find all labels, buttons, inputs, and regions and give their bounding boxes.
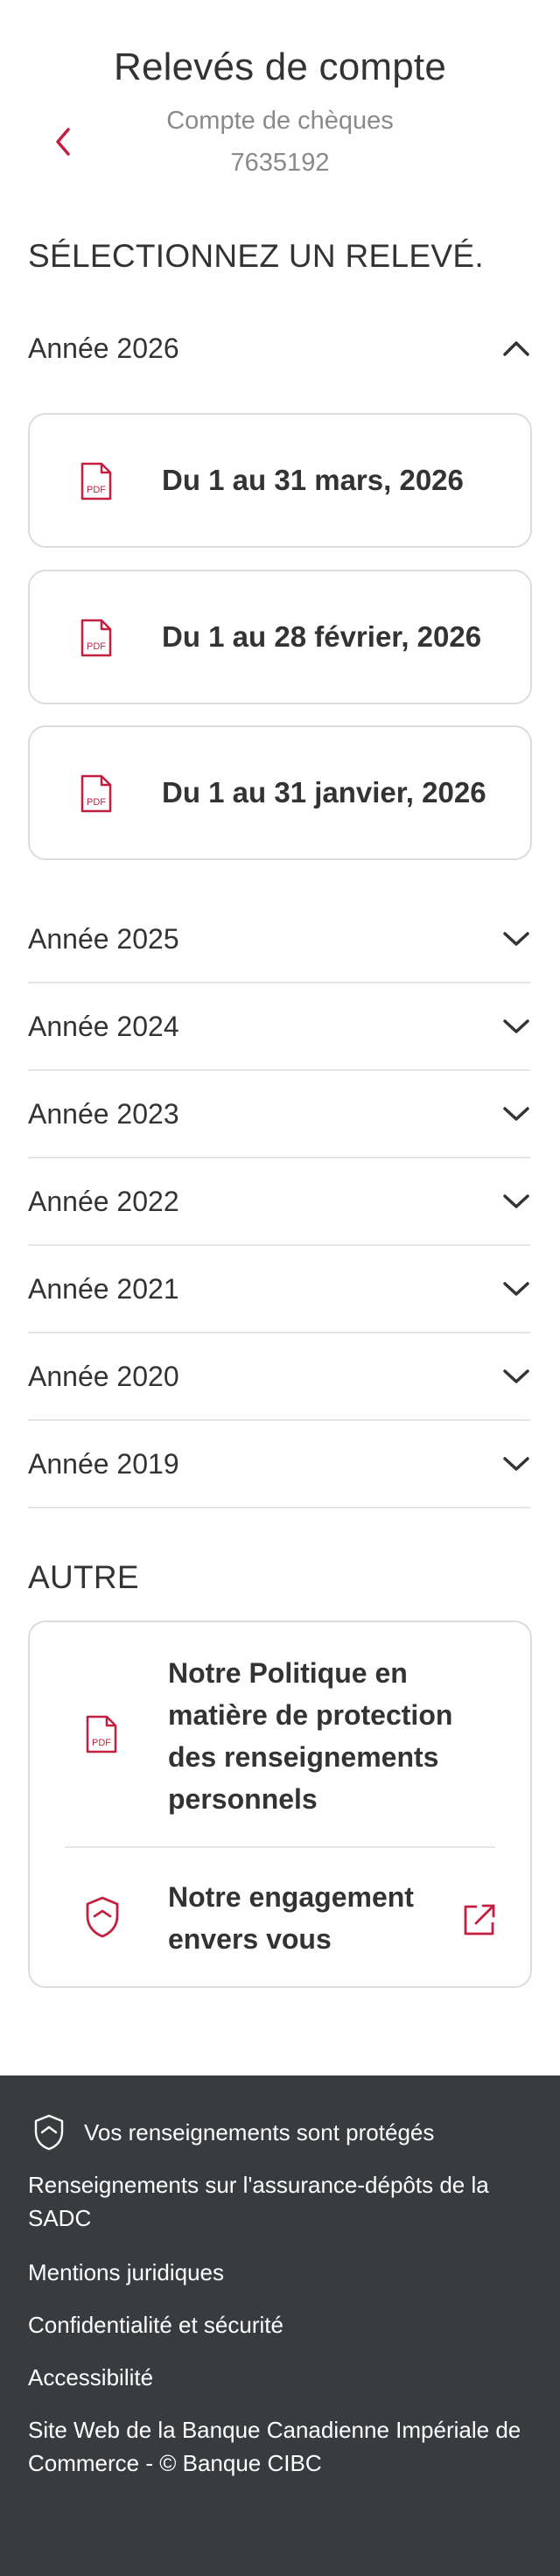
privacy-security-link[interactable]: Confidentialité et sécurité <box>28 2308 536 2342</box>
year-label: Année 2022 <box>28 1185 179 1217</box>
cdic-link[interactable]: Renseignements sur l'assurance-dépôts de… <box>28 2168 536 2235</box>
our-commitment-link[interactable]: Notre engagement envers vous <box>30 1848 530 1988</box>
shield-icon <box>86 1896 119 1938</box>
privacy-policy-label: Notre Politique en matière de protection… <box>168 1657 453 1815</box>
year-label: Année 2026 <box>28 332 179 364</box>
page-footer: Vos renseignements sont protégés Renseig… <box>0 2076 560 2576</box>
select-statement-heading: SÉLECTIONNEZ UN RELEVÉ. <box>28 238 484 274</box>
year-2024-toggle[interactable]: Année 2024 <box>28 984 530 1071</box>
pdf-icon: PDF <box>80 619 112 657</box>
privacy-policy-link[interactable]: PDF Notre Politique en matière de protec… <box>30 1622 530 1846</box>
chevron-down-icon <box>502 1368 530 1385</box>
chevron-down-icon <box>502 930 530 948</box>
year-2021-toggle[interactable]: Année 2021 <box>28 1246 530 1334</box>
chevron-up-icon <box>502 340 530 357</box>
year-label: Année 2025 <box>28 922 179 955</box>
statement-card-march-2026[interactable]: PDF Du 1 au 31 mars, 2026 <box>28 413 532 548</box>
year-label: Année 2020 <box>28 1360 179 1392</box>
other-heading: AUTRE <box>28 1559 139 1595</box>
svg-text:PDF: PDF <box>87 797 106 808</box>
year-label: Année 2023 <box>28 1097 179 1130</box>
pdf-icon: PDF <box>80 774 112 813</box>
chevron-down-icon <box>502 1455 530 1473</box>
account-number: 7635192 <box>230 149 330 177</box>
svg-text:PDF: PDF <box>87 641 106 652</box>
other-links-card: PDF Notre Politique en matière de protec… <box>28 1620 532 1988</box>
statement-card-january-2026[interactable]: PDF Du 1 au 31 janvier, 2026 <box>28 725 532 860</box>
year-label: Année 2024 <box>28 1010 179 1042</box>
chevron-down-icon <box>502 1018 530 1035</box>
year-label: Année 2021 <box>28 1272 179 1305</box>
protected-info-text: Vos renseignements sont protégés <box>84 2119 435 2146</box>
pdf-icon: PDF <box>86 1715 117 1754</box>
page-header: Relevés de compte Compte de chèques 7635… <box>0 0 560 184</box>
statement-label: Du 1 au 28 février, 2026 <box>162 620 482 653</box>
statement-card-february-2026[interactable]: PDF Du 1 au 28 février, 2026 <box>28 570 532 704</box>
our-commitment-label: Notre engagement envers vous <box>168 1881 414 1955</box>
page-title: Relevés de compte <box>113 46 447 88</box>
shield-icon <box>34 2114 64 2151</box>
year-2026-toggle[interactable]: Année 2026 <box>28 304 530 392</box>
legal-link[interactable]: Mentions juridiques <box>28 2256 536 2289</box>
year-2020-toggle[interactable]: Année 2020 <box>28 1334 530 1421</box>
year-2019-toggle[interactable]: Année 2019 <box>28 1421 530 1508</box>
svg-text:PDF: PDF <box>92 1738 111 1748</box>
copyright-text: Site Web de la Banque Canadienne Impéria… <box>28 2417 522 2476</box>
statement-label: Du 1 au 31 mars, 2026 <box>162 464 464 496</box>
chevron-down-icon <box>502 1105 530 1123</box>
statements-page: Relevés de compte Compte de chèques 7635… <box>0 0 560 2576</box>
accessibility-link[interactable]: Accessibilité <box>28 2361 536 2394</box>
year-label: Année 2019 <box>28 1447 179 1480</box>
statement-label: Du 1 au 31 janvier, 2026 <box>162 776 486 808</box>
year-2025-toggle[interactable]: Année 2025 <box>28 896 530 984</box>
chevron-down-icon <box>502 1280 530 1298</box>
external-link-icon <box>464 1904 495 1936</box>
svg-text:PDF: PDF <box>87 485 106 495</box>
account-type: Compte de chèques <box>166 107 394 135</box>
pdf-icon: PDF <box>80 462 112 500</box>
year-2022-toggle[interactable]: Année 2022 <box>28 1158 530 1246</box>
year-2023-toggle[interactable]: Année 2023 <box>28 1071 530 1158</box>
chevron-down-icon <box>502 1193 530 1210</box>
